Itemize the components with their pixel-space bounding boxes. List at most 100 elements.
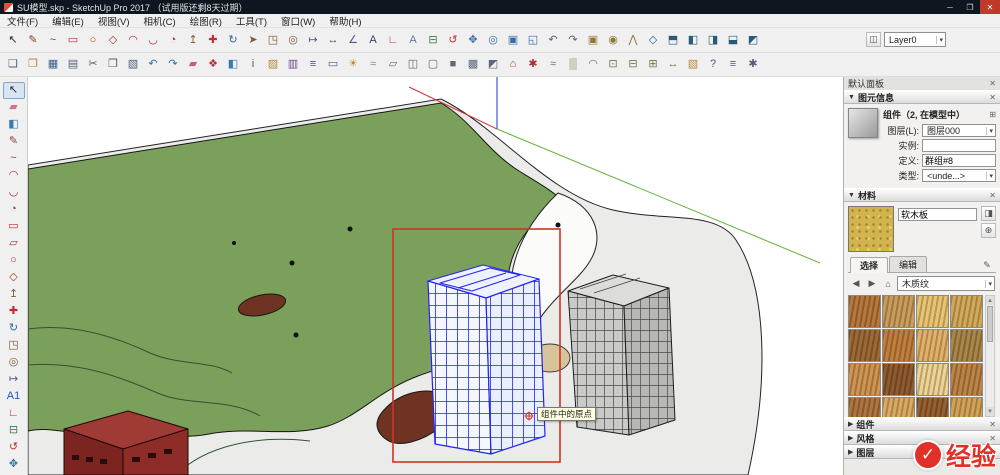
two-point-arc-tool-icon[interactable]: ◡: [143, 31, 163, 50]
stamp-tool-icon[interactable]: ⊡: [603, 55, 623, 74]
redo-icon[interactable]: ↷: [163, 55, 183, 74]
material-swatch-16[interactable]: [950, 397, 983, 417]
circle-tool-icon[interactable]: ○: [83, 31, 103, 50]
right-view-icon[interactable]: ◨: [703, 31, 723, 50]
warehouse-icon[interactable]: ⌂: [503, 55, 523, 74]
material-swatch-9[interactable]: [848, 363, 881, 396]
wireframe-mode-icon[interactable]: ◫: [403, 55, 423, 74]
cut-icon[interactable]: ✂: [83, 55, 103, 74]
arc-tool-icon[interactable]: ◠: [123, 31, 143, 50]
components-section-header[interactable]: ▶ 组件 ✕: [844, 417, 1000, 431]
menu-item[interactable]: 编辑(E): [45, 14, 91, 28]
home-icon[interactable]: ⌂: [881, 277, 895, 291]
rotate-tool-icon[interactable]: ↻: [223, 31, 243, 50]
entity-info-section-header[interactable]: ▼ 图元信息 ✕: [844, 90, 1000, 104]
pan-tool-icon[interactable]: ✥: [3, 456, 25, 473]
axes-tool-icon[interactable]: ∟: [383, 31, 403, 50]
outliner-panel-icon[interactable]: ≡: [723, 55, 743, 74]
menu-item[interactable]: 绘图(R): [183, 14, 229, 28]
paste-icon[interactable]: ▧: [123, 55, 143, 74]
3d-scene[interactable]: [28, 77, 843, 475]
erase-icon[interactable]: ▰: [183, 55, 203, 74]
add-detail-tool-icon[interactable]: ⊞: [643, 55, 663, 74]
follow-me-tool-icon[interactable]: ➤: [243, 31, 263, 50]
back-view-icon[interactable]: ⬓: [723, 31, 743, 50]
text-tool-icon[interactable]: A: [363, 31, 383, 50]
preferences-icon[interactable]: ✱: [743, 55, 763, 74]
select-tool-icon[interactable]: ↖: [3, 31, 23, 50]
instance-input[interactable]: [922, 139, 996, 152]
layer-dropdown[interactable]: Layer0 ▾: [884, 32, 946, 47]
menu-item[interactable]: 窗口(W): [274, 14, 322, 28]
menu-item[interactable]: 相机(C): [136, 14, 182, 28]
sample-paint-icon[interactable]: ✎: [980, 258, 994, 272]
zoom-tool-icon[interactable]: ◎: [483, 31, 503, 50]
orbit-tool-icon[interactable]: ↺: [3, 439, 25, 456]
material-swatch-15[interactable]: [916, 397, 949, 417]
circle-tool-icon[interactable]: ○: [3, 252, 25, 269]
next-view-icon[interactable]: ↷: [563, 31, 583, 50]
print-icon[interactable]: ▤: [63, 55, 83, 74]
instructor-panel-icon[interactable]: ?: [703, 55, 723, 74]
move-tool-icon[interactable]: ✚: [203, 31, 223, 50]
materials-panel-icon[interactable]: ▨: [263, 55, 283, 74]
scroll-up-icon[interactable]: ▲: [986, 296, 994, 305]
type-dropdown[interactable]: <unde...> ▾: [922, 169, 996, 182]
new-file-icon[interactable]: ❏: [3, 55, 23, 74]
forward-arrow-icon[interactable]: ▶: [865, 277, 879, 291]
save-file-icon[interactable]: ▦: [43, 55, 63, 74]
pie-tool-icon[interactable]: ◔: [163, 31, 183, 50]
offset-tool-icon[interactable]: ◎: [3, 354, 25, 371]
scroll-down-icon[interactable]: ▼: [986, 407, 994, 416]
monochrome-mode-icon[interactable]: ◩: [483, 55, 503, 74]
open-file-icon[interactable]: ❐: [23, 55, 43, 74]
material-swatch-4[interactable]: [950, 295, 983, 328]
3d-viewport[interactable]: 组件中的原点: [28, 77, 843, 475]
create-material-icon[interactable]: ⊕: [981, 223, 996, 238]
left-view-icon[interactable]: ◩: [743, 31, 763, 50]
iso-view-icon[interactable]: ◇: [643, 31, 663, 50]
material-swatch-14[interactable]: [882, 397, 915, 417]
freehand-tool-icon[interactable]: ~: [3, 150, 25, 167]
flip-edge-tool-icon[interactable]: ↔: [663, 55, 683, 74]
paint-bucket-icon[interactable]: ◧: [223, 55, 243, 74]
position-texture-icon[interactable]: ▧: [683, 55, 703, 74]
two-point-arc-tool-icon[interactable]: ◡: [3, 184, 25, 201]
selected-blue-tower-building[interactable]: [428, 265, 545, 454]
rectangle-tool-icon[interactable]: ▭: [3, 218, 25, 235]
text-annotation-tool-icon[interactable]: A1: [3, 388, 25, 405]
drape-tool-icon[interactable]: ⊟: [623, 55, 643, 74]
active-material-preview[interactable]: [848, 206, 894, 252]
section-plane-tool-icon[interactable]: ⊟: [423, 31, 443, 50]
copy-icon[interactable]: ❒: [103, 55, 123, 74]
top-view-icon[interactable]: ⬒: [663, 31, 683, 50]
material-swatch-6[interactable]: [882, 329, 915, 362]
menu-item[interactable]: 文件(F): [0, 14, 45, 28]
sandbox-from-contours-icon[interactable]: ≈: [543, 55, 563, 74]
material-swatch-5[interactable]: [848, 329, 881, 362]
pan-tool-icon[interactable]: ✥: [463, 31, 483, 50]
tab-edit[interactable]: 编辑: [889, 256, 927, 272]
position-camera-tool-icon[interactable]: ▣: [583, 31, 603, 50]
pie-tool-icon[interactable]: ◔: [3, 201, 25, 218]
styles-panel-icon[interactable]: ▥: [283, 55, 303, 74]
push-pull-tool-icon[interactable]: ↥: [183, 31, 203, 50]
materials-scrollbar[interactable]: ▲ ▼: [985, 295, 995, 417]
material-swatch-7[interactable]: [916, 329, 949, 362]
textured-mode-icon[interactable]: ▩: [463, 55, 483, 74]
model-info-icon[interactable]: i: [243, 55, 263, 74]
close-button[interactable]: ✕: [980, 0, 1000, 14]
tape-measure-tool-icon[interactable]: ↦: [303, 31, 323, 50]
material-swatch-13[interactable]: [848, 397, 881, 417]
material-swatch-11[interactable]: [916, 363, 949, 396]
materials-section-header[interactable]: ▼ 材料 ✕: [844, 188, 1000, 202]
material-name-input[interactable]: [898, 208, 977, 221]
panel-close-icon[interactable]: ✕: [989, 79, 996, 88]
section-close-icon[interactable]: ✕: [989, 420, 996, 429]
material-swatch-10[interactable]: [882, 363, 915, 396]
section-plane-tool-icon[interactable]: ⊟: [3, 422, 25, 439]
material-swatch-1[interactable]: [848, 295, 881, 328]
display-secondary-pane-icon[interactable]: ◨: [981, 206, 996, 221]
move-tool-icon[interactable]: ✚: [3, 303, 25, 320]
make-component-icon[interactable]: ❖: [203, 55, 223, 74]
